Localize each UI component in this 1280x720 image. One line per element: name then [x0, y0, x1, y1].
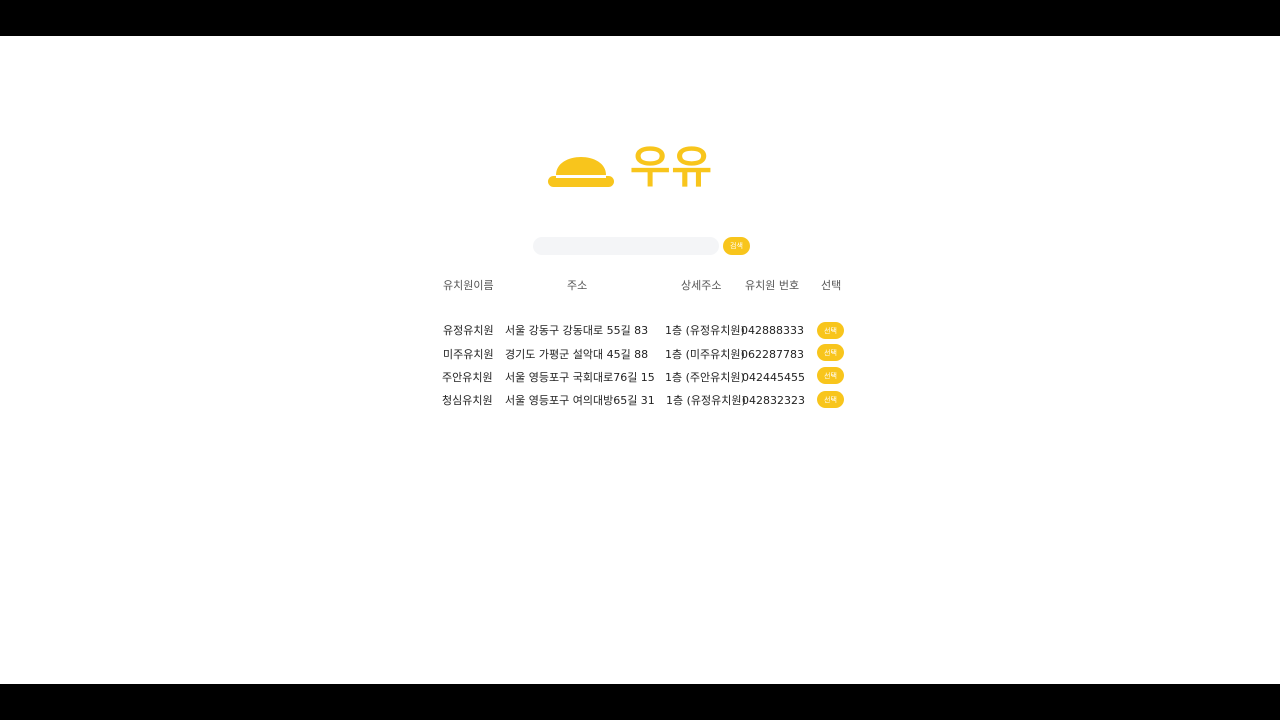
- brand-name: 우유: [630, 142, 713, 193]
- letterbox-bottom: [0, 684, 1280, 720]
- hard-hat-icon: [548, 157, 614, 187]
- search-bar: 검색: [533, 236, 750, 256]
- row-address: 서울 영등포구 여의대방65길 31: [505, 394, 655, 407]
- select-button[interactable]: 선택: [817, 322, 844, 339]
- row-address: 서울 영등포구 국회대로76길 15: [505, 371, 655, 384]
- logo: 우유: [546, 142, 713, 194]
- header-name: 유치원이름: [443, 279, 494, 292]
- select-button[interactable]: 선택: [817, 367, 844, 384]
- row-address: 경기도 가평군 설악대 45길 88: [505, 348, 649, 361]
- row-number: 042888333: [741, 324, 804, 337]
- page: 우유 검색 유치원이름 주소 상세주소 유치원 번호 선택 유정유치원 서울 강…: [0, 36, 1280, 684]
- row-detail-address: 1층 (유정유치원): [665, 324, 745, 337]
- letterbox-top: [0, 0, 1280, 36]
- row-number: 062287783: [741, 348, 804, 361]
- header-select: 선택: [821, 279, 842, 292]
- row-detail-address: 1층 (주안유치원): [665, 371, 745, 384]
- row-name: 청심유치원: [442, 394, 493, 407]
- row-number: 042832323: [742, 394, 805, 407]
- header-number: 유치원 번호: [745, 279, 800, 292]
- row-name: 미주유치원: [443, 348, 494, 361]
- select-button[interactable]: 선택: [817, 344, 844, 361]
- row-detail-address: 1층 (유정유치원): [666, 394, 746, 407]
- search-input[interactable]: [533, 237, 719, 255]
- row-number: 042445455: [742, 371, 805, 384]
- row-address: 서울 강동구 강동대로 55길 83: [505, 324, 649, 337]
- header-address: 주소: [567, 279, 588, 292]
- select-button[interactable]: 선택: [817, 391, 844, 408]
- search-button[interactable]: 검색: [723, 237, 750, 255]
- row-name: 주안유치원: [442, 371, 493, 384]
- row-detail-address: 1층 (미주유치원): [665, 348, 745, 361]
- row-name: 유정유치원: [443, 324, 494, 337]
- header-detail-address: 상세주소: [681, 279, 722, 292]
